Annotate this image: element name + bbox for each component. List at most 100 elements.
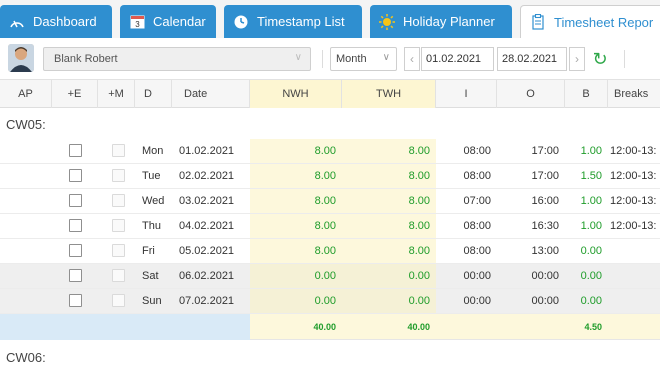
table-row[interactable]: Sun 07.02.2021 0.00 0.00 00:00 00:00 0.00 bbox=[0, 289, 660, 314]
date-from-field[interactable]: 01.02.2021 bbox=[421, 47, 494, 71]
date-cell: 06.02.2021 bbox=[179, 270, 235, 282]
nwh-cell: 0.00 bbox=[250, 264, 342, 288]
plus-e-checkbox[interactable] bbox=[69, 219, 82, 232]
plus-e-checkbox[interactable] bbox=[69, 194, 82, 207]
col-header-date[interactable]: Date bbox=[172, 80, 250, 108]
plus-e-checkbox[interactable] bbox=[69, 169, 82, 182]
divider bbox=[624, 50, 625, 68]
sun-icon bbox=[378, 13, 396, 31]
day-cell: Wed bbox=[142, 195, 165, 207]
totals-row-lead bbox=[0, 314, 250, 340]
col-header-breaks[interactable]: Breaks bbox=[608, 80, 660, 108]
twh-cell: 0.00 bbox=[342, 264, 436, 288]
nwh-cell: 8.00 bbox=[250, 189, 342, 213]
group-header: CW06: bbox=[0, 341, 660, 370]
calendar-icon: 3 bbox=[128, 13, 146, 31]
table-header: AP +E +M D Date NWH TWH I O B Breaks bbox=[0, 80, 660, 108]
breaks-cell bbox=[608, 239, 660, 263]
in-time-cell: 08:00 bbox=[463, 145, 491, 157]
table-row[interactable]: Fri 05.02.2021 8.00 8.00 08:00 13:00 0.00 bbox=[0, 239, 660, 264]
col-header-twh[interactable]: TWH bbox=[342, 80, 436, 108]
out-time-cell: 17:00 bbox=[531, 170, 559, 182]
col-header-day[interactable]: D bbox=[135, 80, 172, 108]
day-cell: Thu bbox=[142, 220, 161, 232]
employee-select[interactable]: Blank Robert ∨ bbox=[43, 47, 311, 71]
refresh-icon[interactable]: ↻ bbox=[589, 49, 611, 71]
out-time-cell: 13:00 bbox=[531, 245, 559, 257]
twh-cell: 8.00 bbox=[342, 139, 436, 163]
plus-m-checkbox bbox=[112, 194, 125, 207]
plus-e-checkbox[interactable] bbox=[69, 244, 82, 257]
day-cell: Sun bbox=[142, 295, 162, 307]
report-document-icon bbox=[529, 13, 547, 31]
col-header-ap[interactable]: AP bbox=[0, 80, 52, 108]
table-row[interactable]: Thu 04.02.2021 8.00 8.00 08:00 16:30 1.00 12:00… bbox=[0, 214, 660, 239]
break-hours-cell: 1.00 bbox=[580, 220, 602, 232]
breaks-cell bbox=[608, 264, 660, 288]
tab-label: Timesheet Repor bbox=[554, 14, 654, 30]
table-row[interactable]: Mon 01.02.2021 8.00 8.00 08:00 17:00 1.00 12:00… bbox=[0, 139, 660, 164]
table-row[interactable]: Wed 03.02.2021 8.00 8.00 07:00 16:00 1.00 12:00… bbox=[0, 189, 660, 214]
tab-dashboard[interactable]: Dashboard bbox=[0, 5, 112, 38]
plus-e-checkbox[interactable] bbox=[69, 269, 82, 282]
tab-holiday-planner[interactable]: Holiday Planner bbox=[370, 5, 512, 38]
day-cell: Tue bbox=[142, 170, 161, 182]
out-time-cell: 00:00 bbox=[531, 295, 559, 307]
col-header-in[interactable]: I bbox=[436, 80, 497, 108]
twh-cell: 0.00 bbox=[342, 289, 436, 313]
table-row[interactable]: Sat 06.02.2021 0.00 0.00 00:00 00:00 0.00 bbox=[0, 264, 660, 289]
plus-m-checkbox bbox=[112, 144, 125, 157]
day-cell: Fri bbox=[142, 245, 155, 257]
twh-cell: 8.00 bbox=[342, 214, 436, 238]
in-time-cell: 00:00 bbox=[463, 270, 491, 282]
tab-timestamp-list[interactable]: Timestamp List bbox=[224, 5, 362, 38]
break-hours-cell: 0.00 bbox=[580, 270, 602, 282]
in-time-cell: 08:00 bbox=[463, 245, 491, 257]
date-cell: 02.02.2021 bbox=[179, 170, 235, 182]
out-time-cell: 16:00 bbox=[531, 195, 559, 207]
plus-e-checkbox[interactable] bbox=[69, 144, 82, 157]
plus-m-checkbox bbox=[112, 294, 125, 307]
plus-e-checkbox[interactable] bbox=[69, 294, 82, 307]
total-break-hours: 4.50 bbox=[584, 322, 602, 332]
col-header-b[interactable]: B bbox=[565, 80, 608, 108]
date-cell: 04.02.2021 bbox=[179, 220, 235, 232]
col-header-nwh[interactable]: NWH bbox=[250, 80, 342, 108]
plus-m-checkbox bbox=[112, 244, 125, 257]
chevron-down-icon: ∨ bbox=[294, 52, 302, 63]
date-cell: 03.02.2021 bbox=[179, 195, 235, 207]
col-header-plus-e[interactable]: +E bbox=[52, 80, 98, 108]
period-value: Month bbox=[336, 53, 367, 65]
table-row[interactable]: Tue 02.02.2021 8.00 8.00 08:00 17:00 1.50 12:00… bbox=[0, 164, 660, 189]
date-cell: 07.02.2021 bbox=[179, 295, 235, 307]
tab-timesheet-report[interactable]: Timesheet Repor bbox=[520, 5, 660, 38]
breaks-cell: 12:00-13: bbox=[610, 220, 657, 232]
break-hours-cell: 0.00 bbox=[580, 295, 602, 307]
next-period-button[interactable]: › bbox=[569, 47, 585, 71]
in-time-cell: 08:00 bbox=[463, 220, 491, 232]
date-cell: 05.02.2021 bbox=[179, 245, 235, 257]
divider bbox=[322, 50, 323, 68]
break-hours-cell: 1.00 bbox=[580, 195, 602, 207]
tab-label: Timestamp List bbox=[257, 14, 345, 29]
prev-period-button[interactable]: ‹ bbox=[404, 47, 420, 71]
break-hours-cell: 0.00 bbox=[580, 245, 602, 257]
toolbar: Blank Robert ∨ Month ∨ ‹ 01.02.2021 28.0… bbox=[0, 38, 660, 80]
employee-name: Blank Robert bbox=[54, 53, 118, 65]
date-cell: 01.02.2021 bbox=[179, 145, 235, 157]
day-cell: Mon bbox=[142, 145, 164, 157]
nwh-cell: 8.00 bbox=[250, 214, 342, 238]
period-select[interactable]: Month ∨ bbox=[330, 47, 397, 71]
out-time-cell: 17:00 bbox=[531, 145, 559, 157]
breaks-cell: 12:00-13: bbox=[610, 170, 657, 182]
day-cell: Sat bbox=[142, 270, 159, 282]
totals-row: 40.00 40.00 4.50 bbox=[0, 314, 660, 340]
svg-text:3: 3 bbox=[135, 20, 140, 29]
tab-calendar[interactable]: 3 Calendar bbox=[120, 5, 216, 38]
tab-label: Holiday Planner bbox=[403, 14, 495, 29]
col-header-plus-m[interactable]: +M bbox=[98, 80, 135, 108]
col-header-out[interactable]: O bbox=[497, 80, 565, 108]
breaks-cell: 12:00-13: bbox=[610, 145, 657, 157]
date-to-field[interactable]: 28.02.2021 bbox=[497, 47, 567, 71]
in-time-cell: 08:00 bbox=[463, 170, 491, 182]
